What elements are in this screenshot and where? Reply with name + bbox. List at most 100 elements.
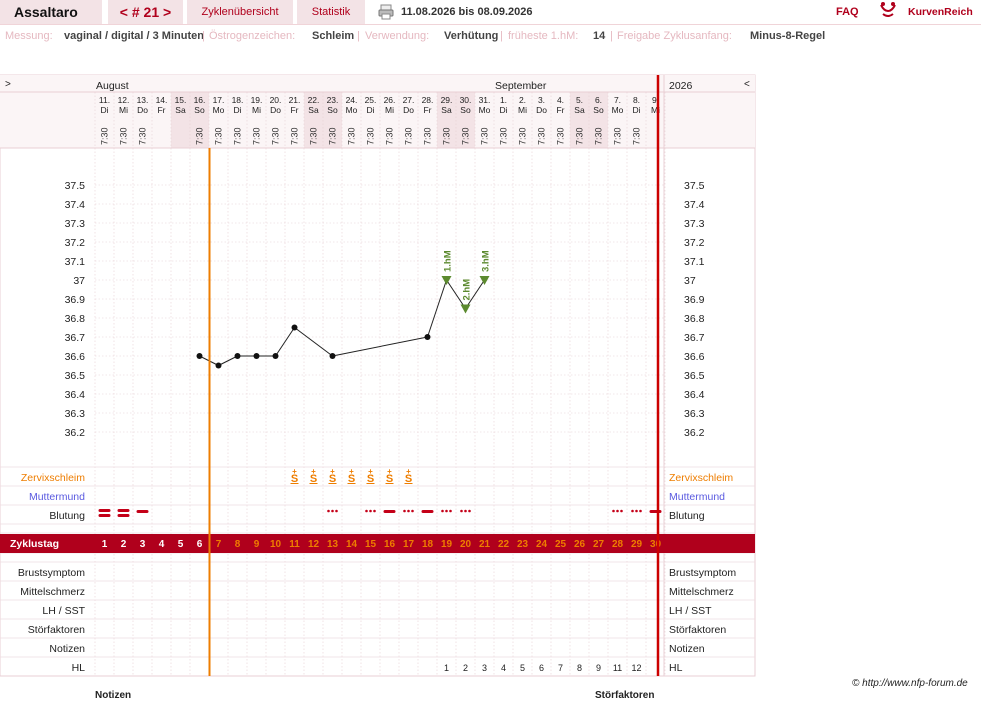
time-label: 7:30: [461, 127, 471, 145]
weekday-label: Mo: [213, 105, 225, 115]
row-label-right: Mittelschmerz: [669, 586, 734, 598]
time-label: 7:30: [385, 127, 395, 145]
cycle-day-number: 3: [140, 539, 146, 550]
y-tick-label-right: 37.2: [684, 237, 705, 249]
y-tick-label-right: 36.4: [684, 389, 705, 401]
cycle-day-number: 21: [479, 539, 491, 550]
cycle-day-number: 18: [422, 539, 434, 550]
cycle-day-number: 25: [555, 539, 567, 550]
weekday-label: Fr: [556, 105, 564, 115]
row-label-left: Brustsymptom: [18, 567, 85, 579]
weekday-label: Di: [632, 105, 640, 115]
cycle-day-number: 10: [270, 539, 282, 550]
date-label: 21.: [289, 95, 301, 105]
time-label: 7:30: [233, 127, 243, 145]
cycle-day-number: 19: [441, 539, 453, 550]
date-label: 15.: [175, 95, 187, 105]
time-label: 7:30: [252, 127, 262, 145]
hl-number: 5: [520, 663, 525, 673]
year-label: 2026: [669, 80, 693, 92]
bleeding-heavy: [117, 509, 130, 512]
cycle-day-number: 16: [384, 539, 396, 550]
date-label: 11.: [99, 95, 110, 105]
time-label: 7:30: [138, 127, 148, 145]
high-measurement-label: 3.hM: [481, 250, 492, 272]
y-tick-label-right: 37.1: [684, 256, 705, 268]
date-label: 30.: [460, 95, 472, 105]
bleeding-heavy: [98, 514, 111, 517]
date-label: 19.: [251, 95, 263, 105]
time-label: 7:30: [214, 127, 224, 145]
bleeding-spot: [612, 509, 615, 513]
row-label-left: Blutung: [49, 510, 85, 522]
bleeding-spot: [468, 509, 471, 513]
y-tick-label-right: 37.4: [684, 199, 705, 211]
weekday-label: Do: [536, 105, 547, 115]
y-tick-label-right: 37.3: [684, 218, 705, 230]
y-tick-label-left: 37.4: [65, 199, 86, 211]
date-label: 16.: [194, 95, 206, 105]
y-tick-label-left: 36.3: [65, 408, 86, 420]
y-tick-label-right: 36.7: [684, 332, 705, 344]
date-label: 23.: [327, 95, 339, 105]
time-label: 7:30: [328, 127, 338, 145]
row-label-left: Störfaktoren: [28, 624, 85, 636]
bleeding-heavy: [117, 514, 130, 517]
cycle-day-number: 14: [346, 539, 358, 550]
high-measurement-label: 1.hM: [443, 250, 454, 272]
weekday-label: Sa: [574, 105, 585, 115]
hl-number: 4: [501, 663, 506, 673]
hl-number: 8: [577, 663, 582, 673]
temperature-point: [215, 362, 222, 369]
row-label-right: Störfaktoren: [669, 624, 726, 636]
y-tick-label-left: 36.7: [65, 332, 86, 344]
month-label: August: [96, 80, 129, 92]
hl-number: 6: [539, 663, 544, 673]
weekday-label: So: [460, 105, 471, 115]
cycle-day-number: 7: [216, 539, 222, 550]
row-label-right: Zervixschleim: [669, 472, 733, 484]
row-label-left: Zervixschleim: [21, 472, 85, 484]
weekday-label: Di: [233, 105, 241, 115]
bleeding-spot: [331, 509, 334, 513]
date-label: 8.: [633, 95, 640, 105]
time-label: 7:30: [632, 127, 642, 145]
date-label: 12.: [118, 95, 130, 105]
cycle-day-number: 22: [498, 539, 510, 550]
time-label: 7:30: [423, 127, 433, 145]
date-label: 5.: [576, 95, 583, 105]
row-label-right: Notizen: [669, 643, 705, 655]
bleeding-spot: [464, 509, 467, 513]
time-label: 7:30: [499, 127, 509, 145]
cycle-day-number: 4: [159, 539, 165, 550]
bleeding-spot: [460, 509, 463, 513]
cycle-day-number: 20: [460, 539, 472, 550]
weekday-label: Fr: [157, 105, 165, 115]
date-label: 3.: [538, 95, 545, 105]
date-label: 6.: [595, 95, 602, 105]
row-label-left: Muttermund: [29, 491, 85, 503]
time-label: 7:30: [594, 127, 604, 145]
time-label: 7:30: [195, 127, 205, 145]
hl-number: 9: [596, 663, 601, 673]
time-label: 7:30: [290, 127, 300, 145]
weekday-label: Di: [366, 105, 374, 115]
time-label: 7:30: [347, 127, 357, 145]
date-label: 31.: [479, 95, 491, 105]
time-label: 7:30: [575, 127, 585, 145]
bleeding-medium: [649, 510, 662, 513]
bleeding-medium: [421, 510, 434, 513]
y-tick-label-right: 36.6: [684, 351, 705, 363]
hl-number: 11: [613, 663, 622, 673]
weekday-label: Fr: [423, 105, 431, 115]
date-label: 18.: [232, 95, 244, 105]
high-measurement-label: 2.hM: [462, 279, 473, 301]
y-tick-label-left: 37.2: [65, 237, 86, 249]
cycle-day-number: 28: [612, 539, 624, 550]
weekday-label: Sa: [308, 105, 319, 115]
bleeding-medium: [383, 510, 396, 513]
y-tick-label-right: 36.8: [684, 313, 705, 325]
nav-next: <: [744, 79, 750, 90]
date-label: 26.: [384, 95, 396, 105]
y-tick-label-left: 36.4: [65, 389, 86, 401]
